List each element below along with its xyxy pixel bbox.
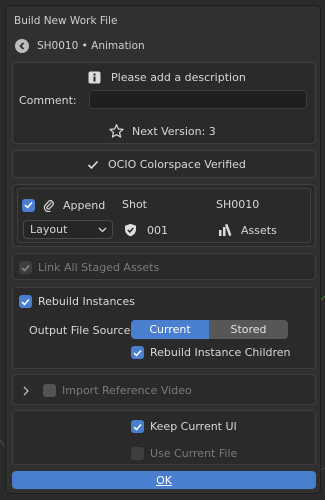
output-source-toggle: Current Stored [131,320,288,339]
append-label: Append [63,198,106,212]
output-source-label: Output File Source [29,324,131,337]
keep-ui-toggle[interactable]: Keep Current UI [131,420,237,433]
ok-label: OK [156,473,172,487]
link-staged-label: Link All Staged Assets [38,261,160,274]
description-notice: Please add a description [88,71,246,84]
ocio-box: OCIO Colorspace Verified [12,150,316,178]
work-file-box: Append Shot SH0010 Layout 001 Assets [12,184,316,247]
task-dropdown-value: Layout [30,223,68,236]
import-ref-label: Import Reference Video [62,384,192,397]
next-version: Next Version: 3 [109,124,216,138]
append-toggle[interactable]: Append [22,198,105,212]
shot-value: SH0010 [216,198,260,211]
rebuild-box: Rebuild Instances Output File Source Cur… [12,287,316,369]
import-ref-row[interactable]: Import Reference Video [23,384,192,397]
rebuild-label: Rebuild Instances [38,295,135,308]
paperclip-icon [43,200,54,212]
shot-label: Shot [122,198,147,211]
ok-button[interactable]: OK [12,471,316,489]
use-file-checkbox[interactable] [131,447,144,460]
link-staged-box: Link All Staged Assets [12,253,316,280]
keep-ui-checkbox[interactable] [131,420,144,433]
chevron-down-icon [98,227,107,232]
link-staged-checkbox[interactable] [19,261,32,274]
comment-label: Comment: [19,94,77,107]
use-file-toggle[interactable]: Use Current File [131,447,237,460]
assets-link[interactable]: Assets [218,223,277,237]
rebuild-children-checkbox[interactable] [131,346,144,359]
import-ref-box: Import Reference Video [12,374,316,405]
version-value: 001 [147,223,168,237]
rebuild-children-label: Rebuild Instance Children [150,346,291,359]
ui-options-box: Keep Current UI Use Current File [12,410,316,465]
shield-check-icon [125,223,136,237]
keep-ui-label: Keep Current UI [150,420,237,433]
work-file-inner: Append Shot SH0010 Layout 001 Assets [17,188,311,243]
build-work-file-dialog: Build New Work File SH0010 • Animation P… [5,5,321,494]
chevron-right-icon[interactable] [23,386,29,396]
comment-input[interactable] [89,90,307,109]
rebuild-checkbox[interactable] [19,295,32,308]
description-box: Please add a description Comment: Next V… [12,62,316,144]
rebuild-toggle[interactable]: Rebuild Instances [19,295,135,308]
task-dropdown[interactable]: Layout [23,220,113,239]
append-checkbox[interactable] [22,198,35,212]
rebuild-children-toggle[interactable]: Rebuild Instance Children [131,346,291,359]
shot-task-label: SH0010 • Animation [37,40,145,52]
assets-icon [219,223,232,236]
description-notice-text: Please add a description [111,71,246,84]
ocio-status: OCIO Colorspace Verified [87,158,246,171]
source-current-button[interactable]: Current [131,320,209,339]
checkmark-icon [87,160,99,169]
info-icon [88,71,101,84]
import-ref-checkbox[interactable] [43,384,56,397]
dialog-subtitle: SH0010 • Animation [15,39,145,53]
version-number: 001 [124,223,168,237]
back-chevron-icon[interactable] [15,39,29,53]
source-stored-button[interactable]: Stored [209,320,288,339]
link-staged-toggle[interactable]: Link All Staged Assets [19,261,159,274]
assets-label: Assets [241,223,277,237]
dialog-title: Build New Work File [14,15,118,27]
star-icon [109,124,124,138]
next-version-text: Next Version: 3 [132,124,216,138]
ocio-label: OCIO Colorspace Verified [108,158,246,171]
use-file-label: Use Current File [150,447,238,460]
